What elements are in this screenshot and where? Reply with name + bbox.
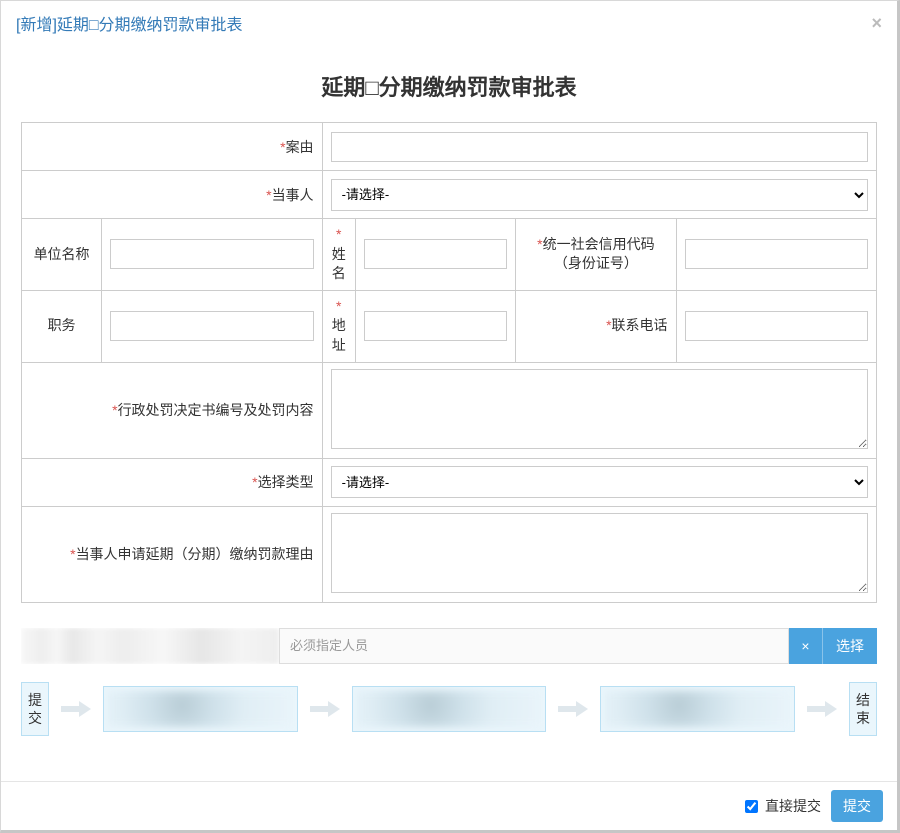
assignee-bar: 必须指定人员 × 选择 [21,628,877,664]
modal-title: [新增]延期□分期缴纳罚款审批表 [16,11,243,35]
select-type[interactable]: -请选择- [331,466,868,498]
label-party: *当事人 [22,171,323,219]
label-apply-reason: *当事人申请延期（分期）缴纳罚款理由 [22,506,323,602]
modal-footer: 直接提交 提交 [1,781,897,830]
textarea-decision-content[interactable] [331,369,868,449]
form-table: *案由 *当事人 -请选择- 单位名称 [21,122,877,603]
assignee-role-label [21,628,279,664]
arrow-icon [558,702,588,716]
label-decision-content: *行政处罚决定书编号及处罚内容 [22,362,323,458]
input-address[interactable] [364,311,507,341]
input-phone[interactable] [685,311,868,341]
flow-node-start: 提交 [21,682,49,736]
flow-node-end: 结束 [849,682,877,736]
modal-body: 延期□分期缴纳罚款审批表 *案由 *当事人 -请选择- [1,45,897,746]
flow-node-step-3[interactable] [600,686,795,732]
assignee-input[interactable]: 必须指定人员 [279,628,789,664]
input-case-reason[interactable] [331,132,868,162]
arrow-icon [310,702,340,716]
flow-node-step-2[interactable] [352,686,547,732]
clear-assignee-button[interactable]: × [789,628,823,664]
arrow-icon [807,702,837,716]
label-name: *姓名 [322,219,355,291]
close-icon[interactable]: × [871,14,882,32]
direct-submit-checkbox[interactable] [745,800,758,813]
input-name[interactable] [364,239,507,269]
select-assignee-button[interactable]: 选择 [823,628,877,664]
label-uscc: *统一社会信用代码（身份证号） [516,219,676,291]
flow-node-step-1[interactable] [103,686,298,732]
label-case-reason: *案由 [22,123,323,171]
input-uscc[interactable] [685,239,868,269]
form-title: 延期□分期缴纳罚款审批表 [21,70,877,102]
label-address: *地址 [322,290,355,362]
select-party[interactable]: -请选择- [331,179,868,211]
label-position: 职务 [22,290,102,362]
direct-submit-label: 直接提交 [765,796,821,816]
direct-submit-checkbox-wrap[interactable]: 直接提交 [741,796,821,816]
label-select-type: *选择类型 [22,458,323,506]
input-position[interactable] [110,311,313,341]
textarea-apply-reason[interactable] [331,513,868,593]
modal-header: [新增]延期□分期缴纳罚款审批表 × [1,1,897,45]
arrow-icon [61,702,91,716]
input-unit-name[interactable] [110,239,313,269]
submit-button[interactable]: 提交 [831,790,883,822]
label-phone: *联系电话 [516,290,676,362]
workflow-row: 提交 结束 [21,682,877,736]
label-unit-name: 单位名称 [22,219,102,291]
